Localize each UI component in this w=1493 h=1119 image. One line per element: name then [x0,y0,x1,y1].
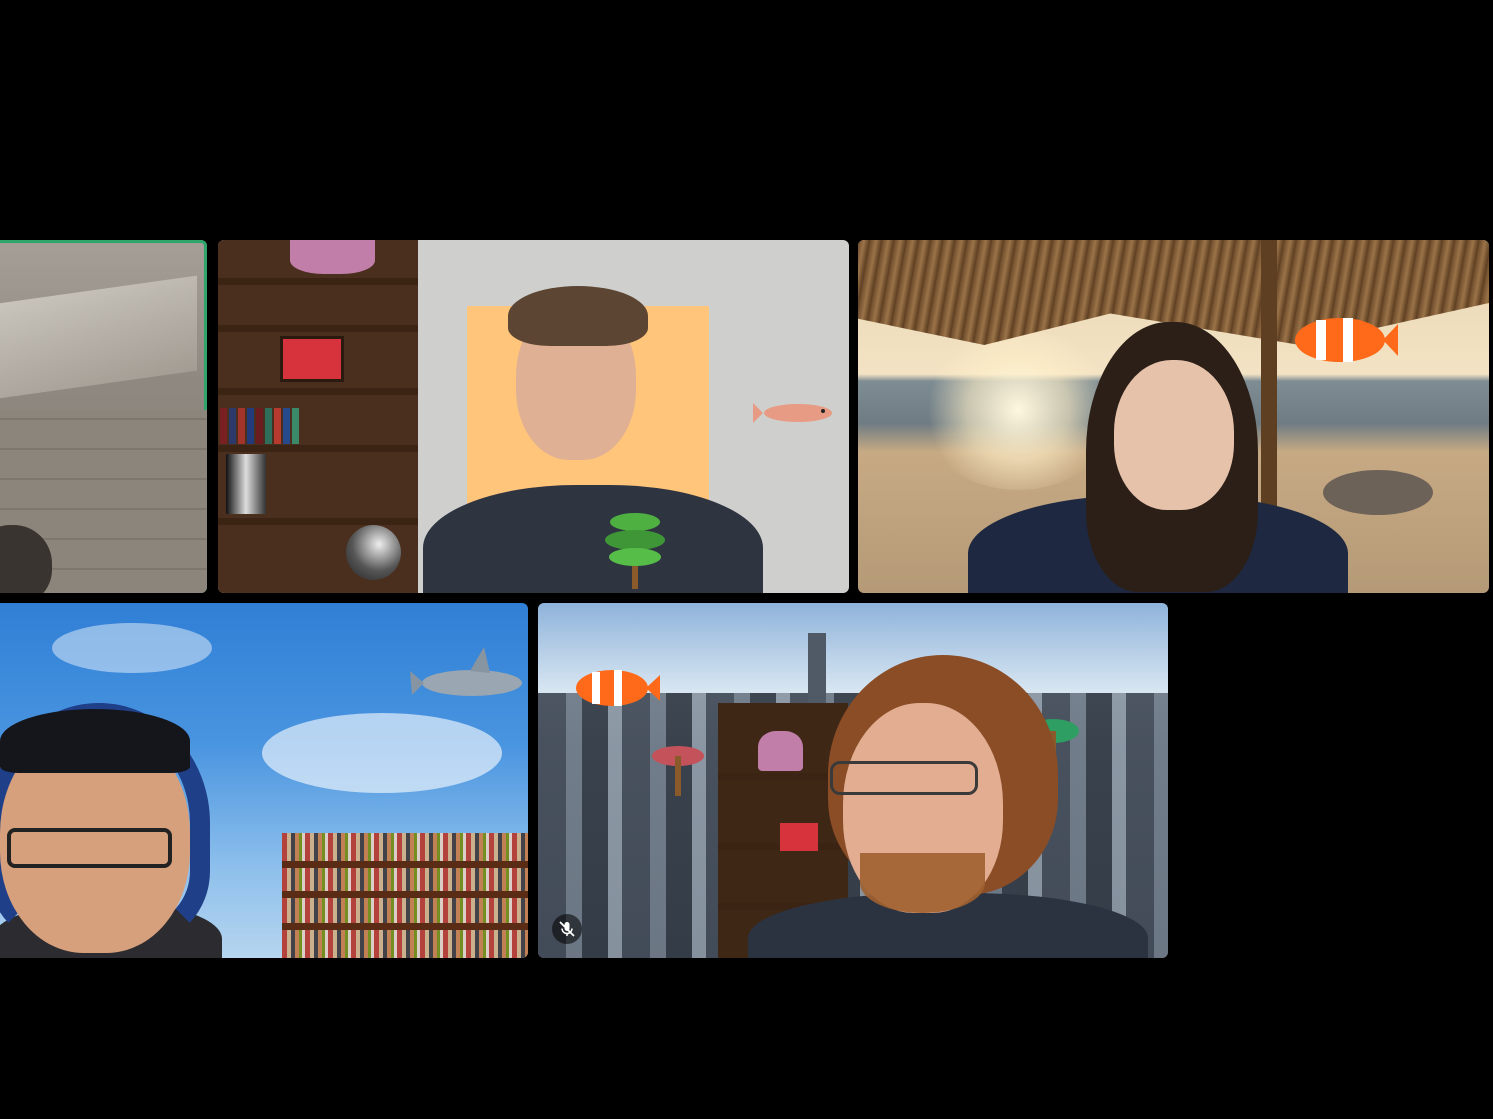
hut-post [1261,240,1277,530]
video-tile-participant-5[interactable] [538,603,1168,958]
shark-sticker-icon [410,647,522,696]
beard [860,853,985,913]
cloud [262,713,502,793]
participant-4-hair [0,709,190,773]
wall-panel [0,275,197,400]
participant-3-head [1114,360,1234,510]
library-bookshelf [282,833,528,958]
microphone-off-icon [559,921,575,937]
video-tile-participant-2[interactable] [218,240,849,593]
tree-sticker-icon [605,513,665,589]
video-tile-participant-3[interactable] [858,240,1489,593]
mushroom-sticker-icon [652,746,704,796]
fish-sticker-icon [753,403,832,423]
virtual-bookshelf [218,240,418,593]
video-call-screen: { "app": { "view_mode": "gallery" }, "pa… [0,0,1493,1119]
participant-2-hair [508,286,648,346]
clownfish-sticker-icon [1295,318,1398,362]
glasses-icon [7,828,172,868]
rock [1323,470,1433,515]
video-tile-participant-1[interactable] [0,240,207,593]
video-tile-participant-4[interactable] [0,603,528,958]
clownfish-sticker-icon [576,670,660,706]
cloud [52,623,212,673]
participant-2-body [423,485,763,593]
muted-indicator [552,914,582,944]
glasses-icon [830,761,978,795]
